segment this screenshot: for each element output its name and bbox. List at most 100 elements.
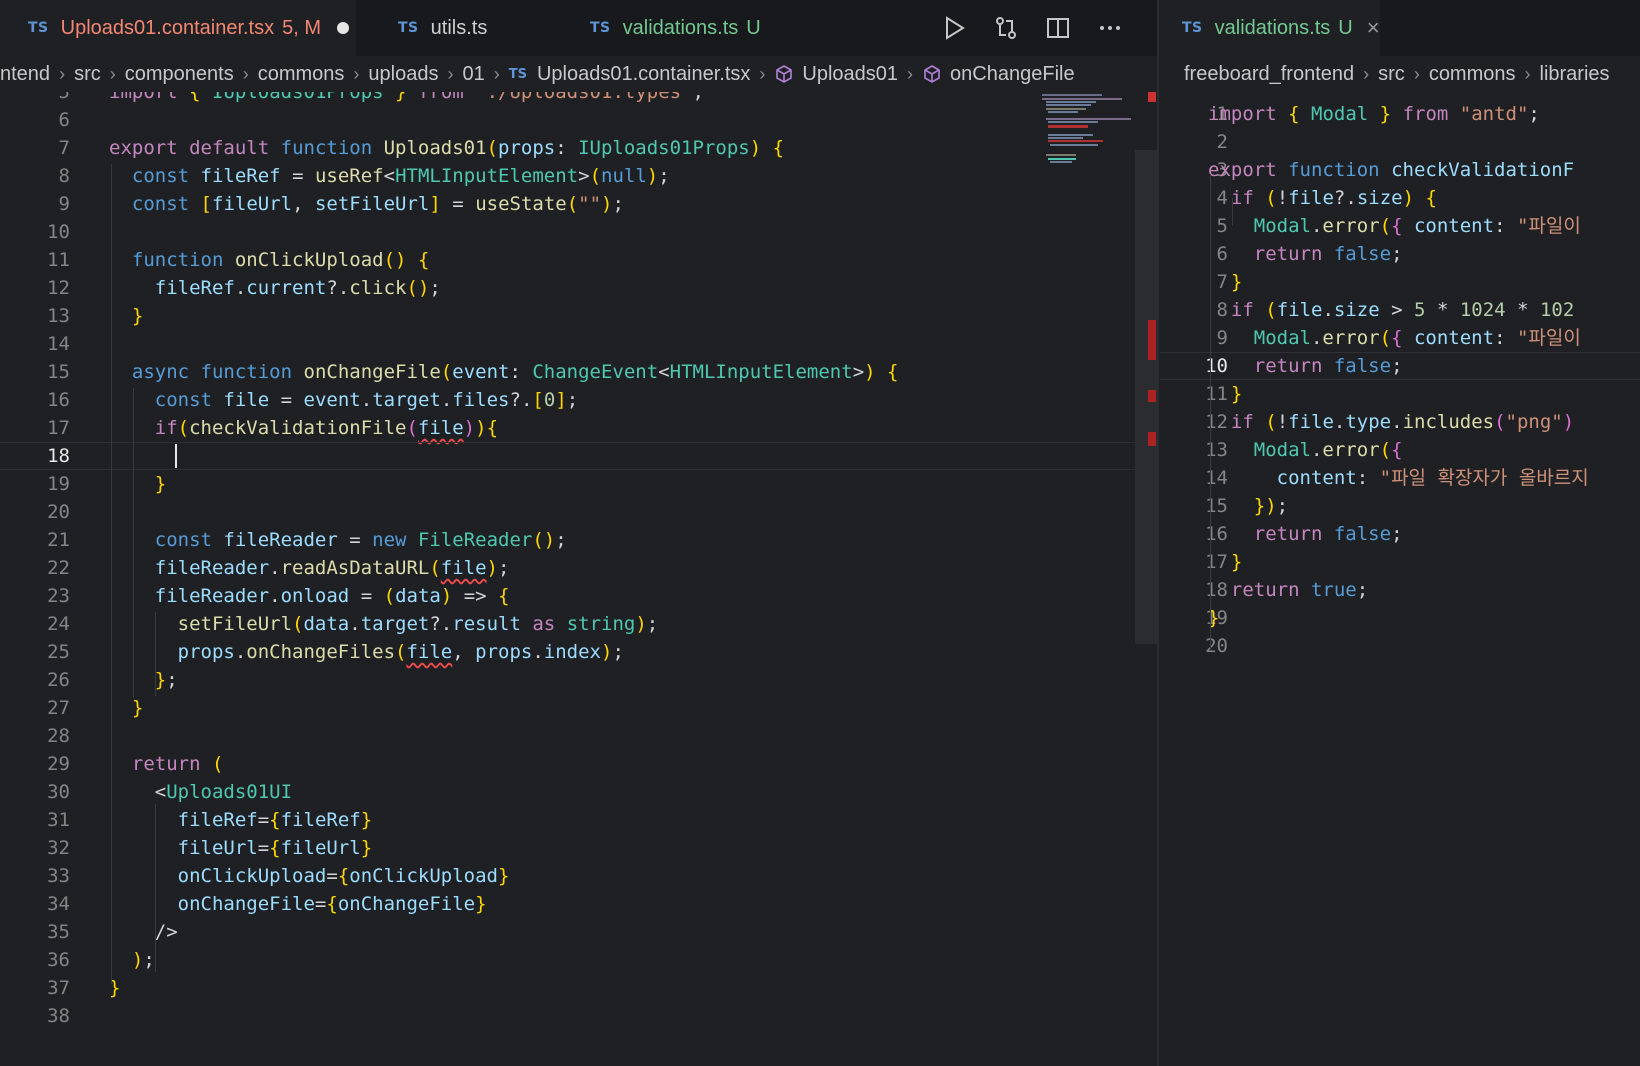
left-code-line[interactable]: 26 }; <box>0 666 1158 694</box>
left-code-line[interactable]: 24 setFileUrl(data.target?.result as str… <box>0 610 1158 638</box>
line-number[interactable]: 24 <box>0 610 70 638</box>
breadcrumb-item[interactable]: 01 <box>462 63 484 86</box>
left-code-line[interactable]: 33 onClickUpload={onClickUpload} <box>0 862 1158 890</box>
line-number[interactable]: 38 <box>0 1002 70 1030</box>
right-code-line[interactable]: 7 } <box>1160 268 1640 296</box>
breadcrumb-item[interactable]: src <box>74 63 101 86</box>
left-code-line[interactable]: 32 fileUrl={fileUrl} <box>0 834 1158 862</box>
left-code-line[interactable]: 5 import { IUploads01Props } from "./Uplo… <box>0 92 1158 106</box>
compare-changes-button[interactable] <box>988 10 1024 46</box>
line-number[interactable]: 35 <box>0 918 70 946</box>
breadcrumb-item[interactable]: commons <box>1429 63 1516 86</box>
line-number[interactable]: 37 <box>0 974 70 1002</box>
line-number[interactable]: 14 <box>0 330 70 358</box>
minimap[interactable] <box>1040 92 1140 172</box>
line-number[interactable]: 10 <box>0 218 70 246</box>
right-code-line[interactable]: 10 return false; <box>1160 352 1640 380</box>
line-number[interactable]: 31 <box>0 806 70 834</box>
line-number[interactable]: 15 <box>0 358 70 386</box>
right-code-line[interactable]: 18 return true; <box>1160 576 1640 604</box>
left-code-line[interactable]: 31 fileRef={fileRef} <box>0 806 1158 834</box>
line-number[interactable]: 34 <box>0 890 70 918</box>
breadcrumb-item[interactable]: uploads <box>368 63 438 86</box>
unsaved-dot-icon[interactable] <box>337 22 350 34</box>
right-code-line[interactable]: 9 Modal.error({ content: "파일이 <box>1160 324 1640 352</box>
breadcrumb-item[interactable]: Uploads01 <box>774 63 898 86</box>
left-code-line[interactable]: 18 <box>0 442 1158 470</box>
left-code-line[interactable]: 20 <box>0 498 1158 526</box>
left-code-line[interactable]: 14 <box>0 330 1158 358</box>
line-number[interactable]: 25 <box>0 638 70 666</box>
right-code-line[interactable]: 1 import { Modal } from "antd"; <box>1160 100 1640 128</box>
line-number[interactable]: 30 <box>0 778 70 806</box>
line-number[interactable]: 11 <box>0 246 70 274</box>
line-number[interactable]: 8 <box>0 162 70 190</box>
line-number[interactable]: 26 <box>0 666 70 694</box>
breadcrumb-item[interactable]: ntend <box>0 63 50 86</box>
line-number[interactable]: 27 <box>0 694 70 722</box>
left-code-line[interactable]: 10 <box>0 218 1158 246</box>
left-code-line[interactable]: 36 ); <box>0 946 1158 974</box>
code-editor-right[interactable]: 1 import { Modal } from "antd"; 2 3 export f… <box>1160 92 1640 1066</box>
close-icon[interactable]: × <box>1367 15 1380 41</box>
right-code-line[interactable]: 11 } <box>1160 380 1640 408</box>
right-code-line[interactable]: 6 return false; <box>1160 240 1640 268</box>
right-code-line[interactable]: 8 if (file.size > 5 * 1024 * 102 <box>1160 296 1640 324</box>
right-code-line[interactable]: 15 }); <box>1160 492 1640 520</box>
line-number[interactable]: 21 <box>0 526 70 554</box>
left-code-line[interactable]: 17 if(checkValidationFile(file)){ <box>0 414 1158 442</box>
left-code-line[interactable]: 25 props.onChangeFiles(file, props.index… <box>0 638 1158 666</box>
left-code-line[interactable]: 15 async function onChangeFile(event: Ch… <box>0 358 1158 386</box>
line-number[interactable]: 20 <box>0 498 70 526</box>
left-code-line[interactable]: 21 const fileReader = new FileReader(); <box>0 526 1158 554</box>
breadcrumb-item[interactable]: src <box>1378 63 1405 86</box>
line-number[interactable]: 6 <box>0 106 70 134</box>
tab-validations-right[interactable]: TS validations.ts U × <box>1160 0 1380 56</box>
left-code-line[interactable]: 35 /> <box>0 918 1158 946</box>
left-code-line[interactable]: 6 <box>0 106 1158 134</box>
left-code-line[interactable]: 22 fileReader.readAsDataURL(file); <box>0 554 1158 582</box>
tab-uploads01-container[interactable]: TS Uploads01.container.tsx 5, M <box>0 0 356 56</box>
line-number[interactable]: 33 <box>0 862 70 890</box>
tab-utils[interactable]: TS utils.ts <box>370 0 558 56</box>
line-number[interactable]: 32 <box>0 834 70 862</box>
left-code-line[interactable]: 23 fileReader.onload = (data) => { <box>0 582 1158 610</box>
code-editor-left[interactable]: 5 import { IUploads01Props } from "./Uplo… <box>0 92 1158 1066</box>
more-actions-button[interactable] <box>1092 10 1128 46</box>
left-code-line[interactable]: 37} <box>0 974 1158 1002</box>
breadcrumb-item[interactable]: TS Uploads01.container.tsx <box>509 63 751 86</box>
line-number[interactable]: 13 <box>0 302 70 330</box>
left-code-line[interactable]: 29 return ( <box>0 750 1158 778</box>
right-code-line[interactable]: 12 if (!file.type.includes("png") <box>1160 408 1640 436</box>
breadcrumb-item[interactable]: onChangeFile <box>922 63 1075 86</box>
right-code-line[interactable]: 19} <box>1160 604 1640 632</box>
line-number[interactable]: 29 <box>0 750 70 778</box>
editor-group-divider[interactable] <box>1157 0 1159 1066</box>
line-number[interactable]: 17 <box>0 414 70 442</box>
left-code-line[interactable]: 13 } <box>0 302 1158 330</box>
left-code-line[interactable]: 28 <box>0 722 1158 750</box>
line-number[interactable]: 19 <box>0 470 70 498</box>
line-number[interactable]: 22 <box>0 554 70 582</box>
breadcrumb-item[interactable]: libraries <box>1540 63 1610 86</box>
line-number[interactable]: 28 <box>0 722 70 750</box>
left-code-line[interactable]: 16 const file = event.target.files?.[0]; <box>0 386 1158 414</box>
line-number[interactable]: 36 <box>0 946 70 974</box>
breadcrumb-item[interactable]: freeboard_frontend <box>1184 63 1354 86</box>
tab-validations[interactable]: TS validations.ts U <box>562 0 810 56</box>
split-editor-button[interactable] <box>1040 10 1076 46</box>
right-code-line[interactable]: 20 <box>1160 632 1640 660</box>
left-code-line[interactable]: 8 const fileRef = useRef<HTMLInputElemen… <box>0 162 1158 190</box>
line-number[interactable]: 2 <box>1160 128 1228 156</box>
line-number[interactable]: 9 <box>0 190 70 218</box>
line-number[interactable]: 18 <box>0 442 70 470</box>
left-code-line[interactable]: 27 } <box>0 694 1158 722</box>
line-number[interactable]: 5 <box>0 92 70 106</box>
left-code-line[interactable]: 12 fileRef.current?.click(); <box>0 274 1158 302</box>
right-code-line[interactable]: 13 Modal.error({ <box>1160 436 1640 464</box>
line-number[interactable]: 20 <box>1160 632 1228 660</box>
breadcrumb-item[interactable]: commons <box>258 63 345 86</box>
line-number[interactable]: 16 <box>0 386 70 414</box>
right-code-line[interactable]: 16 return false; <box>1160 520 1640 548</box>
left-code-line[interactable]: 30 <Uploads01UI <box>0 778 1158 806</box>
